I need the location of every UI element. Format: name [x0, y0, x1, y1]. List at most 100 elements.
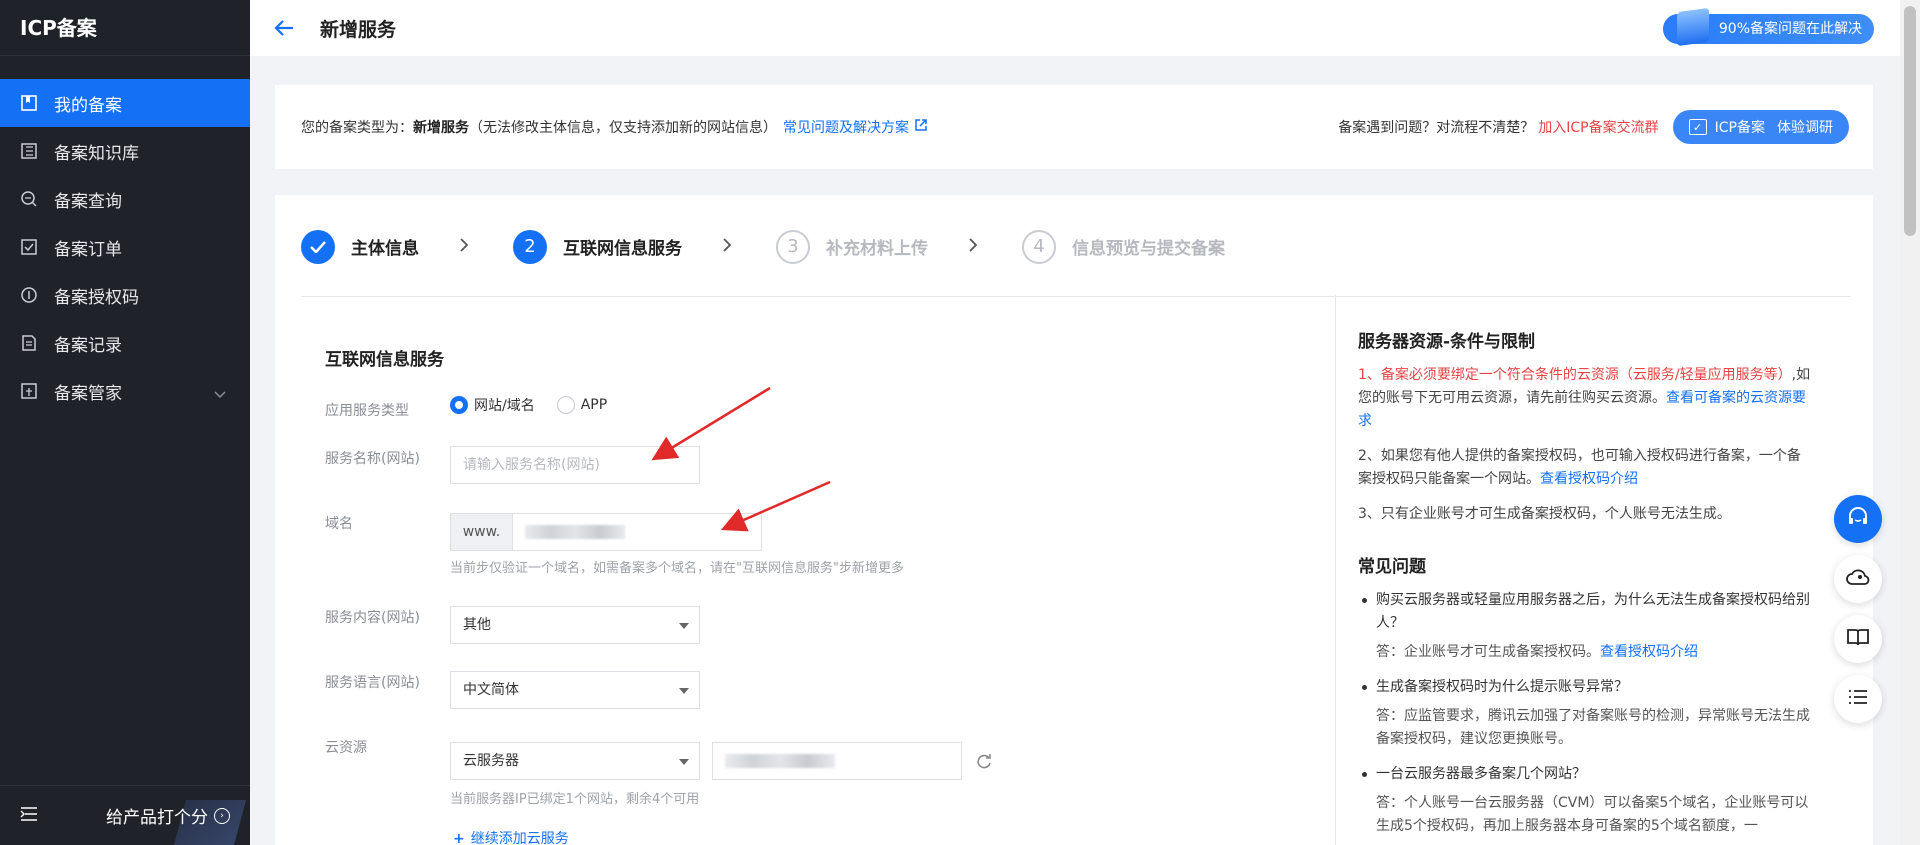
scrollbar-thumb[interactable]	[1904, 6, 1916, 236]
faq-question: 一台云服务器最多备案几个网站？	[1358, 763, 1813, 786]
service-name-label: 服务名称(网站)	[325, 451, 420, 467]
panel-rule-3: 3、只有企业账号才可生成备案授权码，个人账号无法生成。	[1358, 506, 1731, 522]
service-content-label: 服务内容(网站)	[325, 610, 420, 626]
filing-type-value: 新增服务	[413, 120, 469, 136]
document-icon	[20, 334, 38, 352]
sidebar-footer: 给产品打个分 ›	[0, 785, 250, 845]
list-button[interactable]	[1834, 675, 1882, 723]
sidebar-item-records[interactable]: 备案记录	[0, 319, 250, 367]
cloud-type-select[interactable]: 云服务器	[450, 742, 700, 780]
external-link-icon[interactable]	[915, 119, 927, 135]
auth-code-intro-link[interactable]: 查看授权码介绍	[1540, 471, 1638, 487]
cloud-instance-input[interactable]	[712, 742, 962, 780]
customer-service-button[interactable]	[1834, 495, 1882, 543]
caret-down-icon	[679, 623, 689, 629]
help-pill-label: 90%备案问题在此解决	[1718, 21, 1862, 37]
sidebar: ICP备案 我的备案 备案知识库 备案查询 备案订单 备案授权码 备案记录 备案…	[0, 0, 250, 845]
radio-website[interactable]: 网站/域名	[450, 395, 535, 415]
code-icon	[20, 286, 38, 304]
faq-question: 生成备案授权码时为什么提示账号异常？	[1358, 676, 1813, 699]
form-title: 互联网信息服务	[325, 350, 444, 370]
domain-hint: 当前步仅验证一个域名，如需备案多个域名，请在"互联网信息服务"步新增更多	[450, 561, 904, 576]
faq-answer: 答：个人账号一台云服务器（CVM）可以备案5个域名，企业账号可以生成5个授权码，…	[1376, 795, 1809, 834]
page-title: 新增服务	[320, 18, 397, 41]
cloud-hint: 当前服务器IP已绑定1个网站，剩余4个可用	[450, 792, 700, 807]
sidebar-item-manager[interactable]: 备案管家	[0, 367, 250, 415]
service-language-select[interactable]: 中文简体	[450, 671, 700, 709]
help-center-button[interactable]: 90%备案问题在此解决	[1662, 7, 1874, 47]
collapse-menu-icon[interactable]	[20, 806, 38, 826]
survey-right-label: 体验调研	[1777, 120, 1833, 136]
manager-icon	[20, 382, 38, 400]
step-upload-materials: 3 补充材料上传	[776, 229, 928, 264]
faq-answer: 答：应监管要求，腾讯云加强了对备案账号的检测，异常账号无法生成备案授权码，建议您…	[1376, 708, 1810, 747]
step-internet-service[interactable]: 2 互联网信息服务	[513, 229, 682, 264]
step-label: 主体信息	[351, 239, 419, 259]
docs-button[interactable]	[1834, 615, 1882, 663]
add-cloud-service-link[interactable]: + 继续添加云服务	[453, 828, 569, 845]
domain-input[interactable]	[512, 513, 762, 551]
panel-title: 服务器资源-条件与限制	[1358, 332, 1536, 352]
join-group-link[interactable]: 加入ICP备案交流群	[1538, 117, 1658, 137]
plus-icon: +	[453, 831, 465, 845]
checklist-icon	[20, 238, 38, 256]
rate-product-button[interactable]: 给产品打个分 ›	[106, 803, 230, 828]
radio-indicator	[450, 396, 468, 414]
radio-app[interactable]: APP	[556, 396, 607, 414]
step-number: 2	[513, 229, 547, 264]
chevron-right-icon	[968, 237, 978, 257]
domain-value-redacted	[525, 525, 625, 539]
sidebar-nav: 我的备案 备案知识库 备案查询 备案订单 备案授权码 备案记录 备案管家	[0, 79, 250, 415]
service-content-select[interactable]: 其他	[450, 606, 700, 644]
step-label: 信息预览与提交备案	[1072, 239, 1225, 259]
faq-list: 购买云服务器或轻量应用服务器之后，为什么无法生成备案授权码给别人？ 答：企业账号…	[1358, 589, 1815, 838]
step-preview-submit: 4 信息预览与提交备案	[1022, 229, 1225, 264]
rate-product-label: 给产品打个分	[106, 808, 208, 828]
caret-down-icon	[679, 688, 689, 694]
sidebar-item-auth-code[interactable]: 备案授权码	[0, 271, 250, 319]
chevron-right-icon	[459, 237, 469, 257]
panel-rule-2: 2、如果您有他人提供的备案授权码，也可输入授权码进行备案，一个备案授权码只能备案…	[1358, 445, 1813, 491]
brand-title: ICP备案	[0, 0, 250, 56]
faq-solutions-link[interactable]: 常见问题及解决方案	[783, 117, 909, 137]
back-arrow-icon[interactable]	[272, 16, 296, 40]
stepper: 主体信息 2 互联网信息服务 3 补充材料上传 4 信息预览与提交备案	[301, 219, 1851, 297]
caret-down-icon	[679, 759, 689, 765]
radio-indicator	[556, 396, 575, 414]
help-cube-icon	[1676, 7, 1709, 47]
sidebar-item-label: 备案记录	[54, 335, 122, 356]
survey-button[interactable]: ✓ ICP备案 体验调研	[1672, 110, 1849, 144]
list-icon	[1848, 689, 1868, 709]
sidebar-item-label: 我的备案	[54, 95, 122, 116]
sidebar-item-query[interactable]: 备案查询	[0, 175, 250, 223]
main-card: 主体信息 2 互联网信息服务 3 补充材料上传 4 信息预览与提交备案 互联网信…	[275, 195, 1873, 845]
service-name-input[interactable]: 请输入服务名称(网站)	[450, 446, 700, 484]
add-cloud-label: 继续添加云服务	[470, 831, 569, 845]
service-type-radio-group: 网站/域名 APP	[450, 395, 629, 415]
select-value: 云服务器	[463, 753, 519, 769]
checkbox-icon: ✓	[1688, 119, 1707, 135]
sidebar-item-knowledge[interactable]: 备案知识库	[0, 127, 250, 175]
help-question-text: 备案遇到问题？对流程不清楚？	[1338, 120, 1535, 136]
cloud-resource-label: 云资源	[325, 740, 367, 756]
sidebar-item-label: 备案授权码	[54, 287, 139, 308]
service-type-label: 应用服务类型	[325, 403, 409, 419]
faq-question: 购买云服务器或轻量应用服务器之后，为什么无法生成备案授权码给别人？	[1358, 589, 1813, 635]
sidebar-item-orders[interactable]: 备案订单	[0, 223, 250, 271]
step-subject-info[interactable]: 主体信息	[301, 229, 419, 264]
faq-answer-text: 答：企业账号才可生成备案授权码。	[1376, 644, 1600, 660]
panel-rule-1: 1、备案必须要绑定一个符合条件的云资源（云服务/轻量应用服务等）,如您的账号下无…	[1358, 364, 1813, 433]
conditions-panel: 服务器资源-条件与限制 1、备案必须要绑定一个符合条件的云资源（云服务/轻量应用…	[1335, 295, 1815, 845]
page-scrollbar[interactable]	[1900, 0, 1920, 845]
step-label: 补充材料上传	[826, 239, 928, 259]
book-icon	[20, 142, 38, 160]
radio-label: 网站/域名	[474, 398, 535, 414]
filing-type-bar: 您的备案类型为： 新增服务 （无法修改主体信息，仅支持添加新的网站信息） 常见问…	[275, 85, 1873, 169]
search-icon	[20, 190, 38, 208]
sidebar-item-my-filings[interactable]: 我的备案	[0, 79, 250, 127]
page-header: 新增服务 90%备案问题在此解决	[250, 0, 1900, 56]
refresh-icon[interactable]	[975, 752, 993, 774]
faq-answer: 答：企业账号才可生成备案授权码。查看授权码介绍	[1358, 641, 1813, 664]
cloud-user-button[interactable]	[1834, 555, 1882, 603]
auth-code-intro-link[interactable]: 查看授权码介绍	[1600, 644, 1698, 660]
